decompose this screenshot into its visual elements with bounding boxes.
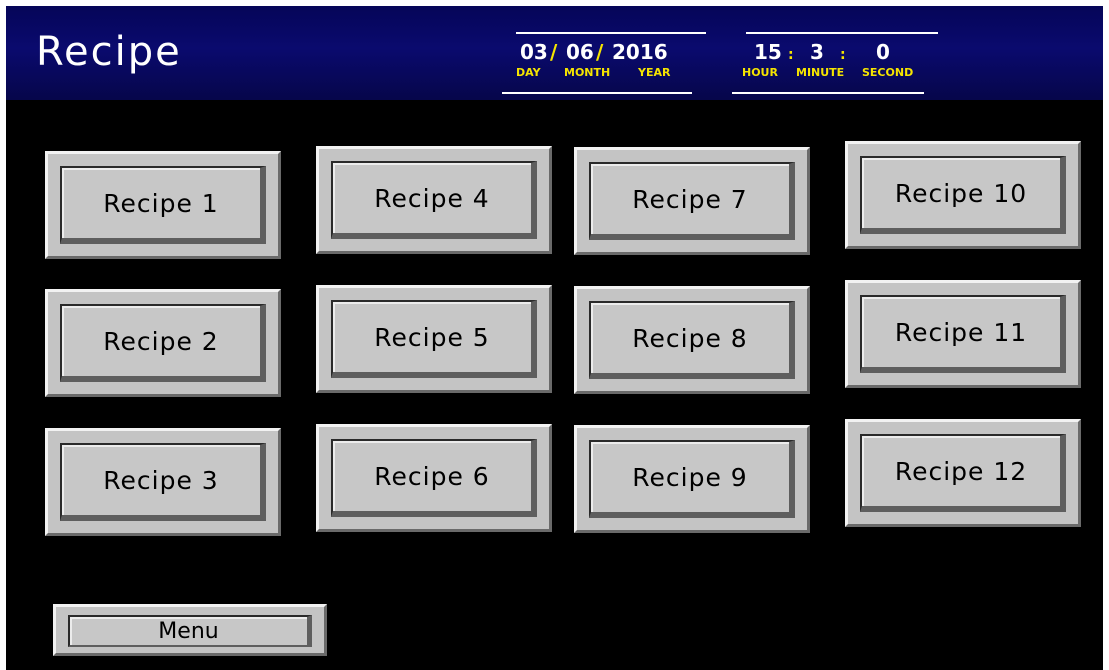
date-top-rule — [516, 32, 706, 34]
screen-frame-right — [1103, 0, 1109, 670]
recipe-button-face: Recipe 10 — [860, 156, 1066, 234]
menu-button-label: Menu — [158, 618, 219, 644]
time-separator: : — [840, 47, 846, 63]
recipe-button-face: Recipe 5 — [331, 300, 537, 378]
header-bar: Recipe 03 / 06 / 2016 DAY MONTH YEAR 15 … — [6, 6, 1103, 100]
recipe-button-label: Recipe 3 — [103, 465, 219, 495]
page-title: Recipe — [36, 29, 182, 75]
recipe-button-face: Recipe 2 — [60, 304, 266, 382]
recipe-button-label: Recipe 5 — [374, 322, 490, 352]
recipe-button-label: Recipe 11 — [894, 317, 1028, 347]
time-second-value: 0 — [876, 40, 890, 64]
second-label: SECOND — [862, 66, 914, 79]
recipe-button-face: Recipe 6 — [331, 439, 537, 517]
recipe-10-button[interactable]: Recipe 10 — [845, 141, 1081, 249]
time-bottom-rule — [732, 92, 924, 94]
recipe-button-face: Recipe 3 — [60, 443, 266, 521]
recipe-button-label: Recipe 10 — [894, 178, 1028, 208]
recipe-button-face: Recipe 4 — [331, 161, 537, 239]
recipe-8-button[interactable]: Recipe 8 — [574, 286, 810, 394]
time-separator: : — [788, 47, 794, 63]
date-year-value: 2016 — [612, 40, 668, 64]
recipe-button-label: Recipe 1 — [103, 188, 219, 218]
recipe-6-button[interactable]: Recipe 6 — [316, 424, 552, 532]
recipe-12-button[interactable]: Recipe 12 — [845, 419, 1081, 527]
day-label: DAY — [516, 66, 541, 79]
date-bottom-rule — [502, 92, 692, 94]
recipe-1-button[interactable]: Recipe 1 — [45, 151, 281, 259]
hmi-screen: Recipe 03 / 06 / 2016 DAY MONTH YEAR 15 … — [0, 0, 1109, 670]
year-label: YEAR — [638, 66, 671, 79]
recipe-7-button[interactable]: Recipe 7 — [574, 147, 810, 255]
recipe-button-label: Recipe 6 — [374, 461, 490, 491]
recipe-button-face: Recipe 7 — [589, 162, 795, 240]
recipe-4-button[interactable]: Recipe 4 — [316, 146, 552, 254]
recipe-button-label: Recipe 9 — [632, 462, 748, 492]
date-separator: / — [596, 40, 604, 64]
menu-button[interactable]: Menu — [53, 604, 327, 656]
month-label: MONTH — [564, 66, 611, 79]
recipe-5-button[interactable]: Recipe 5 — [316, 285, 552, 393]
date-day-value: 03 — [520, 40, 548, 64]
hour-label: HOUR — [742, 66, 778, 79]
date-month-value: 06 — [566, 40, 594, 64]
date-display: 03 / 06 / 2016 DAY MONTH YEAR — [502, 32, 706, 94]
time-display: 15 : 3 : 0 HOUR MINUTE SECOND — [732, 32, 938, 94]
minute-label: MINUTE — [796, 66, 845, 79]
screen-frame-left — [0, 0, 6, 670]
recipe-button-label: Recipe 12 — [894, 456, 1028, 486]
time-hour-value: 15 — [754, 40, 782, 64]
recipe-2-button[interactable]: Recipe 2 — [45, 289, 281, 397]
recipe-button-face: Recipe 11 — [860, 295, 1066, 373]
time-top-rule — [746, 32, 938, 34]
recipe-button-face: Recipe 12 — [860, 434, 1066, 512]
date-separator: / — [550, 40, 558, 64]
recipe-button-face: Recipe 9 — [589, 440, 795, 518]
recipe-button-face: Recipe 1 — [60, 166, 266, 244]
menu-button-face: Menu — [68, 615, 312, 647]
time-minute-value: 3 — [810, 40, 824, 64]
recipe-3-button[interactable]: Recipe 3 — [45, 428, 281, 536]
recipe-button-face: Recipe 8 — [589, 301, 795, 379]
recipe-button-label: Recipe 4 — [374, 183, 490, 213]
recipe-9-button[interactable]: Recipe 9 — [574, 425, 810, 533]
recipe-button-label: Recipe 7 — [632, 184, 748, 214]
recipe-button-label: Recipe 2 — [103, 326, 219, 356]
recipe-11-button[interactable]: Recipe 11 — [845, 280, 1081, 388]
recipe-button-label: Recipe 8 — [632, 323, 748, 353]
